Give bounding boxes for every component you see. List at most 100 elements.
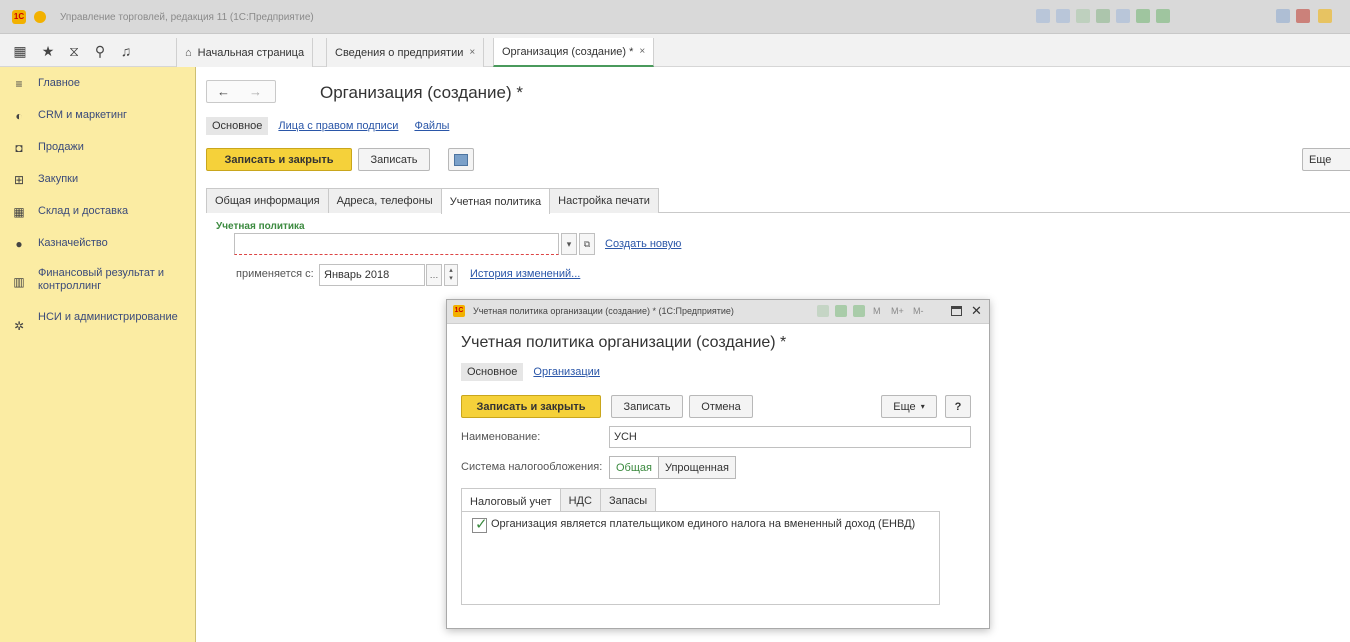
sidebar-item-crm[interactable]: ◐ CRM и маркетинг <box>0 109 196 127</box>
calendar-icon[interactable] <box>853 305 865 317</box>
panels-icon[interactable] <box>1296 9 1310 23</box>
close-icon[interactable]: × <box>469 47 475 58</box>
print-icon[interactable] <box>448 148 474 171</box>
menu-icon: ≡ <box>15 77 23 91</box>
find-icon[interactable] <box>1116 9 1130 23</box>
calculator-icon[interactable] <box>1136 9 1150 23</box>
tab-general-info[interactable]: Общая информация <box>206 188 329 213</box>
app-logo-icon[interactable]: 1С <box>12 10 26 24</box>
open-icon[interactable]: ⧉ <box>579 233 595 255</box>
home-icon: ⌂ <box>185 46 192 59</box>
envd-checkbox[interactable]: ✓ <box>472 516 488 533</box>
sidebar-item-finance[interactable]: ▥ Финансовый результат и контроллинг <box>0 267 196 297</box>
sidebar-item-label: Склад и доставка <box>38 205 129 217</box>
cart-icon: ⊞ <box>13 173 25 187</box>
form-tabs: Общая информация Адреса, телефоны Учетна… <box>206 188 1350 214</box>
memory-minus-button[interactable]: M- <box>913 306 924 316</box>
back-arrow-icon[interactable]: ← <box>217 84 230 99</box>
tab-vat[interactable]: НДС <box>559 488 601 513</box>
star-icon[interactable] <box>1056 9 1070 23</box>
info-icon[interactable] <box>1318 9 1332 23</box>
calendar-icon[interactable] <box>1156 9 1170 23</box>
sidebar-item-label: НСИ и администрирование <box>38 311 178 323</box>
cancel-button[interactable]: Отмена <box>689 395 753 418</box>
link-icon[interactable] <box>1036 9 1050 23</box>
tab-company-info[interactable]: Сведения о предприятии × <box>326 38 485 67</box>
crm-icon: ◐ <box>15 109 23 123</box>
save-close-button[interactable]: Записать и закрыть <box>206 148 352 171</box>
treasury-icon: ● <box>15 237 23 251</box>
more-button[interactable]: Еще <box>1302 148 1350 171</box>
tax-option-simplified[interactable]: Упрощенная <box>657 456 736 479</box>
memory-button[interactable]: M <box>873 306 881 316</box>
close-icon[interactable]: ✕ <box>971 303 982 319</box>
chevron-up-icon[interactable]: ▴ <box>449 267 453 275</box>
more-button[interactable]: Еще ▾ <box>881 395 937 418</box>
forward-arrow-icon[interactable]: → <box>249 84 262 99</box>
calculator-icon[interactable] <box>835 305 847 317</box>
envd-checkbox-label[interactable]: Организация является плательщиком единог… <box>491 518 915 530</box>
history-clock-icon[interactable]: ⧖ <box>66 43 82 59</box>
favorites-star-icon[interactable]: ★ <box>40 43 56 59</box>
dialog-title-bar: 1С Учетная политика организации (создани… <box>447 300 989 324</box>
section-files[interactable]: Файлы <box>408 117 455 135</box>
maximize-icon[interactable] <box>951 306 962 316</box>
tax-option-general[interactable]: Общая <box>609 456 659 479</box>
period-stepper[interactable]: ▴ ▾ <box>444 264 458 286</box>
search-icon[interactable]: ⚲ <box>92 43 108 59</box>
bell-icon[interactable]: ♫ <box>118 43 134 59</box>
create-new-link[interactable]: Создать новую <box>605 238 681 250</box>
zoom-icon[interactable] <box>1276 9 1290 23</box>
tax-system-label: Система налогообложения: <box>461 461 603 473</box>
gear-icon: ✲ <box>13 319 25 333</box>
chevron-down-icon[interactable]: ▾ <box>449 275 453 283</box>
sidebar-item-warehouse[interactable]: ▦ Склад и доставка <box>0 205 196 223</box>
window-title: Управление торговлей, редакция 11 (1С:Пр… <box>60 12 314 23</box>
sidebar-item-nsi[interactable]: ✲ НСИ и администрирование <box>0 311 196 341</box>
tab-home[interactable]: ⌂ Начальная страница <box>176 38 314 67</box>
close-icon[interactable]: × <box>639 46 645 57</box>
applies-from-label: применяется с: <box>236 268 314 280</box>
policy-select[interactable] <box>234 233 559 255</box>
tab-organization-create[interactable]: Организация (создание) * × <box>493 38 655 67</box>
save-button[interactable]: Записать <box>611 395 683 418</box>
chart-icon: ▥ <box>13 275 25 289</box>
section-main[interactable]: Основное <box>461 363 524 381</box>
tax-accounting-panel: ✓ Организация является плательщиком един… <box>461 511 940 605</box>
tab-accounting-policy[interactable]: Учетная политика <box>440 188 551 214</box>
tab-print-settings[interactable]: Настройка печати <box>549 188 659 213</box>
bag-icon: ◘ <box>15 141 23 155</box>
sidebar-item-label: Продажи <box>38 141 84 153</box>
tab-addresses[interactable]: Адреса, телефоны <box>327 188 442 213</box>
memory-plus-button[interactable]: M+ <box>891 306 904 316</box>
section-main[interactable]: Основное <box>206 117 269 135</box>
save-close-button[interactable]: Записать и закрыть <box>461 395 601 418</box>
sidebar-item-label: Закупки <box>38 173 79 185</box>
main-menu-icon[interactable] <box>34 11 46 23</box>
help-button[interactable]: ? <box>945 395 971 418</box>
tab-strip: ▦ ★ ⧖ ⚲ ♫ ⌂ Начальная страница Сведения … <box>0 34 1350 67</box>
name-input[interactable]: УСН <box>609 426 971 448</box>
tab-organization-create-label: Организация (создание) * <box>502 45 634 58</box>
tab-stocks[interactable]: Запасы <box>599 488 657 513</box>
link-icon[interactable] <box>817 305 829 317</box>
choose-period-icon[interactable]: … <box>426 264 442 286</box>
chevron-down-icon[interactable]: ▾ <box>561 233 577 255</box>
dialog-title: Учетная политика организации (создание) … <box>461 334 787 351</box>
save-button[interactable]: Записать <box>358 148 430 171</box>
history-link[interactable]: История изменений... <box>470 268 580 280</box>
print-icon[interactable] <box>1096 9 1110 23</box>
sidebar-item-purchases[interactable]: ⊞ Закупки <box>0 173 196 191</box>
name-label: Наименование: <box>461 431 541 443</box>
applies-from-input[interactable]: Январь 2018 <box>319 264 425 286</box>
page-title: Организация (создание) * <box>320 83 524 102</box>
section-organizations[interactable]: Организации <box>527 363 606 381</box>
sidebar: ≡ Главное ◐ CRM и маркетинг ◘ Продажи ⊞ … <box>0 67 196 642</box>
accounting-policy-dialog: 1С Учетная политика организации (создани… <box>446 299 990 629</box>
section-signers[interactable]: Лица с правом подписи <box>272 117 404 135</box>
apps-grid-icon[interactable]: ▦ <box>12 43 28 59</box>
sidebar-item-treasury[interactable]: ● Казначейство <box>0 237 196 255</box>
sidebar-item-sales[interactable]: ◘ Продажи <box>0 141 196 159</box>
history-icon[interactable] <box>1076 9 1090 23</box>
sidebar-item-main[interactable]: ≡ Главное <box>0 77 196 95</box>
